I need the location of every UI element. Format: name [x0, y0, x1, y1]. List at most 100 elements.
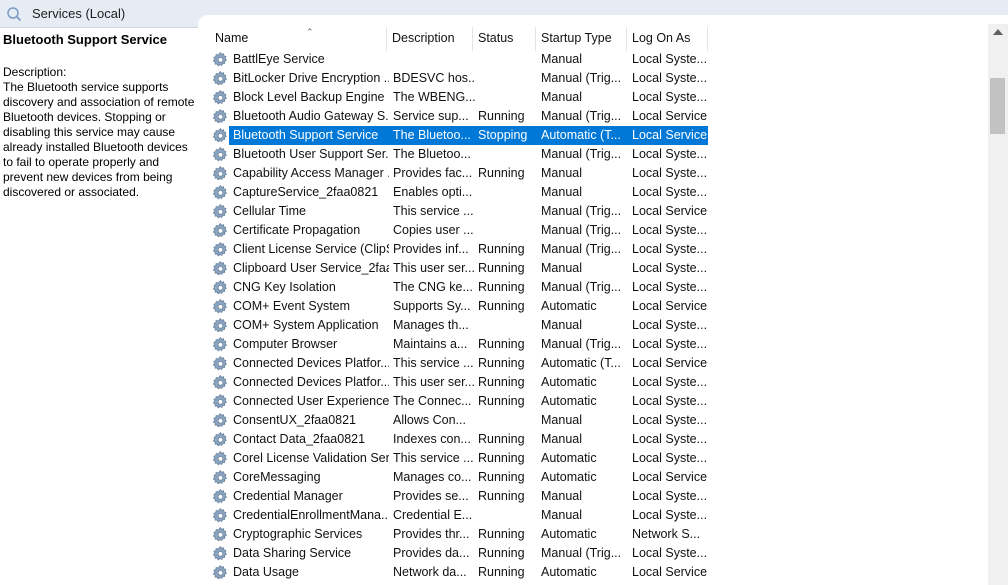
- vertical-scrollbar[interactable]: [988, 24, 1008, 585]
- service-status-cell: Running: [478, 565, 525, 579]
- service-logon-cell: Local Syste...: [632, 71, 708, 85]
- description-label: Description:: [3, 65, 67, 79]
- service-gear-icon: [212, 355, 229, 372]
- service-gear-icon: [212, 450, 229, 467]
- service-description-cell: Provides thr...: [393, 527, 470, 541]
- service-status-cell: Running: [478, 242, 525, 256]
- service-row[interactable]: CaptureService_2faa0821 Enables opti... Ma…: [210, 183, 708, 202]
- services-list[interactable]: Name ⌃ Description Status Startup Type L…: [198, 15, 1008, 585]
- service-row[interactable]: CNG Key Isolation The CNG ke... Running Man…: [210, 278, 708, 297]
- service-description-cell: Maintains a...: [393, 337, 468, 351]
- service-description-cell: This user ser...: [393, 375, 475, 389]
- service-name-cell: Contact Data_2faa0821: [233, 432, 366, 446]
- scroll-up-arrow-icon[interactable]: [993, 29, 1003, 35]
- service-description-cell: Manages th...: [393, 318, 469, 332]
- search-icon: [7, 7, 22, 22]
- service-name-cell: Cryptographic Services: [233, 527, 363, 541]
- service-description-cell: Enables opti...: [393, 185, 473, 199]
- service-startup-type-cell: Automatic (T...: [537, 126, 628, 145]
- service-row[interactable]: Data Sharing Service Provides da... Runnin…: [210, 544, 708, 563]
- column-status[interactable]: Status: [473, 27, 536, 51]
- service-logon-cell: Local Syste...: [632, 90, 708, 104]
- service-startup-type-cell: Automatic: [541, 470, 597, 484]
- service-logon-cell: Local Syste...: [632, 508, 708, 522]
- service-row[interactable]: CoreMessaging Manages co... Running Automat…: [210, 468, 708, 487]
- service-startup-type-cell: Manual (Trig...: [541, 223, 622, 237]
- service-gear-icon: [212, 146, 229, 163]
- column-log-on-as[interactable]: Log On As: [627, 27, 708, 51]
- service-startup-type-cell: Manual (Trig...: [541, 71, 622, 85]
- service-row[interactable]: Bluetooth Audio Gateway S... Service sup.…: [210, 107, 708, 126]
- service-row[interactable]: ConsentUX_2faa0821 Allows Con... Manual Loc…: [210, 411, 708, 430]
- window-title: Services (Local): [32, 6, 126, 21]
- service-startup-type-cell: Automatic: [541, 527, 597, 541]
- service-name-cell: Connected Devices Platfor...: [233, 375, 389, 389]
- service-description-cell: Provides se...: [393, 489, 469, 503]
- service-status-cell: Running: [478, 432, 525, 446]
- service-row[interactable]: Connected User Experience... The Connec..…: [210, 392, 708, 411]
- service-row[interactable]: Cryptographic Services Provides thr... Run…: [210, 525, 708, 544]
- service-row[interactable]: Contact Data_2faa0821 Indexes con... Runni…: [210, 430, 708, 449]
- service-row[interactable]: COM+ Event System Supports Sy... Running Au…: [210, 297, 708, 316]
- service-startup-type-cell: Manual: [541, 318, 582, 332]
- service-description-cell: Credential E...: [393, 508, 473, 522]
- service-startup-type-cell: Manual: [541, 489, 582, 503]
- service-row[interactable]: Connected Devices Platfor... This user se…: [210, 373, 708, 392]
- service-row[interactable]: CredentialEnrollmentMana... Credential E.…: [210, 506, 708, 525]
- service-logon-cell: Local Service: [632, 109, 708, 123]
- service-row[interactable]: BitLocker Drive Encryption ... BDESVC hos…: [210, 69, 708, 88]
- service-logon-cell: Network S...: [632, 527, 701, 541]
- service-row[interactable]: COM+ System Application Manages th... Manu…: [210, 316, 708, 335]
- service-description-cell: Provides inf...: [393, 242, 469, 256]
- service-logon-cell: Local Service: [628, 126, 708, 145]
- service-status-cell: Running: [478, 337, 525, 351]
- service-description-cell: This service ...: [393, 451, 474, 465]
- service-name-cell: ConsentUX_2faa0821: [233, 413, 357, 427]
- service-status-cell: Running: [478, 356, 525, 370]
- service-logon-cell: Local Syste...: [632, 489, 708, 503]
- service-description-cell: This user ser...: [393, 261, 475, 275]
- service-logon-cell: Local Syste...: [632, 432, 708, 446]
- service-row[interactable]: Clipboard User Service_2faa... This user …: [210, 259, 708, 278]
- service-startup-type-cell: Manual (Trig...: [541, 337, 622, 351]
- service-row[interactable]: Data Usage Network da... Running Automatic L…: [210, 563, 708, 582]
- service-row[interactable]: Cellular Time This service ... Manual (Tri…: [210, 202, 708, 221]
- service-status-cell: [474, 221, 537, 240]
- service-status-cell: [474, 69, 537, 88]
- service-gear-icon: [212, 507, 229, 524]
- service-startup-type-cell: Manual (Trig...: [541, 204, 622, 218]
- service-status-cell: Running: [478, 546, 525, 560]
- service-row[interactable]: Bluetooth User Support Ser... The Bluetoo…: [210, 145, 708, 164]
- service-gear-icon: [212, 412, 229, 429]
- service-name-cell: CoreMessaging: [233, 470, 321, 484]
- column-name[interactable]: Name ⌃: [210, 27, 387, 51]
- service-name-cell: Corel License Validation Ser...: [233, 451, 389, 465]
- service-row[interactable]: Credential Manager Provides se... Running M…: [210, 487, 708, 506]
- service-gear-icon: [212, 108, 229, 125]
- service-row[interactable]: Bluetooth Support Service The Bluetoo... S…: [210, 126, 708, 145]
- service-gear-icon: [212, 70, 229, 87]
- service-startup-type-cell: Automatic: [541, 451, 597, 465]
- service-logon-cell: Local Syste...: [632, 185, 708, 199]
- service-row[interactable]: Block Level Backup Engine ... The WBENG..…: [210, 88, 708, 107]
- service-startup-type-cell: Automatic (T...: [541, 356, 621, 370]
- service-startup-type-cell: Manual: [541, 261, 582, 275]
- column-description[interactable]: Description: [387, 27, 473, 51]
- service-row[interactable]: Corel License Validation Ser... This serv…: [210, 449, 708, 468]
- service-row[interactable]: Connected Devices Platfor... This service…: [210, 354, 708, 373]
- service-row[interactable]: Client License Service (ClipS... Provides…: [210, 240, 708, 259]
- service-row[interactable]: Certificate Propagation Copies user ... Ma…: [210, 221, 708, 240]
- service-row[interactable]: BattlEye Service Manual Local Syste...: [210, 50, 708, 69]
- service-name-cell: Bluetooth Support Service: [229, 126, 389, 145]
- service-row[interactable]: Computer Browser Maintains a... Running Man…: [210, 335, 708, 354]
- scrollbar-thumb[interactable]: [990, 78, 1005, 134]
- service-description-cell: The WBENG...: [393, 90, 475, 104]
- service-gear-icon: [212, 488, 229, 505]
- service-logon-cell: Local Syste...: [632, 223, 708, 237]
- service-description-cell: Manages co...: [393, 470, 472, 484]
- service-startup-type-cell: Automatic: [541, 565, 597, 579]
- service-row[interactable]: Capability Access Manager ... Provides fa…: [210, 164, 708, 183]
- column-startup-type[interactable]: Startup Type: [536, 27, 627, 51]
- service-status-cell: [474, 145, 537, 164]
- service-logon-cell: Local Service: [632, 565, 708, 579]
